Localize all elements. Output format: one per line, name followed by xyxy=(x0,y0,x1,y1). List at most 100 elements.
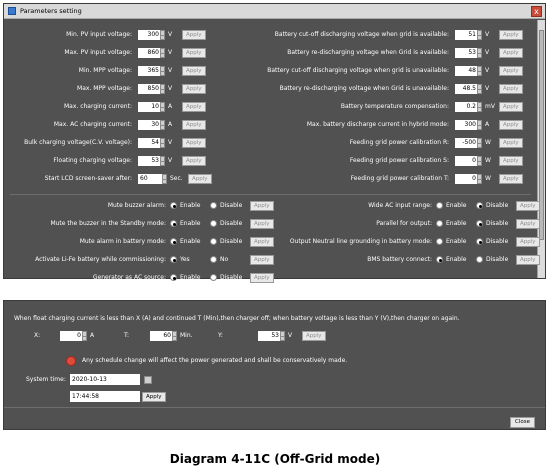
radio-option-2[interactable] xyxy=(210,256,217,263)
param-input[interactable]: 10 xyxy=(138,101,160,112)
spinner-icon[interactable] xyxy=(477,119,482,130)
spinner-icon[interactable] xyxy=(160,47,165,58)
apply-button[interactable]: Apply xyxy=(182,83,206,94)
spinner-icon[interactable] xyxy=(477,83,482,94)
apply-button[interactable]: Apply xyxy=(182,137,206,148)
apply-button[interactable]: Apply xyxy=(499,83,523,94)
param-input[interactable]: 300 xyxy=(455,119,477,130)
param-unit: V xyxy=(168,31,173,38)
radio-option-2[interactable] xyxy=(210,202,217,209)
param-input[interactable]: 54 xyxy=(138,137,160,148)
apply-button[interactable]: Apply xyxy=(182,155,206,166)
apply-button[interactable]: Apply xyxy=(250,254,274,265)
apply-button[interactable]: Apply xyxy=(250,272,274,283)
param-input[interactable]: 365 xyxy=(138,65,160,76)
radio-option-1[interactable] xyxy=(170,220,177,227)
apply-button[interactable]: Apply xyxy=(516,218,540,229)
param-input[interactable]: 53 xyxy=(455,47,477,58)
param-input[interactable]: 0 xyxy=(455,155,477,166)
param-row: Max. MPP voltage: 850 V Apply xyxy=(10,82,206,95)
apply-button[interactable]: Apply xyxy=(182,47,206,58)
spinner-icon[interactable] xyxy=(477,65,482,76)
apply-button[interactable]: Apply xyxy=(250,218,274,229)
radio-option-1[interactable] xyxy=(170,256,177,263)
spinner-icon[interactable] xyxy=(280,330,285,341)
apply-button[interactable]: Apply xyxy=(499,29,523,40)
apply-button[interactable]: Apply xyxy=(250,200,274,211)
param-input[interactable]: 51 xyxy=(455,29,477,40)
apply-button[interactable]: Apply xyxy=(499,47,523,58)
apply-button[interactable]: Apply xyxy=(302,330,326,341)
spinner-icon[interactable] xyxy=(477,173,482,184)
spinner-icon[interactable] xyxy=(160,65,165,76)
radio-option-2[interactable] xyxy=(210,220,217,227)
apply-button[interactable]: Apply xyxy=(499,137,523,148)
apply-button[interactable]: Apply xyxy=(182,119,206,130)
apply-button[interactable]: Apply xyxy=(250,236,274,247)
apply-button[interactable]: Apply xyxy=(182,65,206,76)
y-input[interactable]: 53 xyxy=(258,330,280,341)
spinner-icon[interactable] xyxy=(82,330,87,341)
param-input[interactable]: 48 xyxy=(455,65,477,76)
radio-option-2[interactable] xyxy=(476,202,483,209)
apply-button[interactable]: Apply xyxy=(499,65,523,76)
param-input[interactable]: -500 xyxy=(455,137,477,148)
radio-option-1[interactable] xyxy=(170,238,177,245)
radio-option-1[interactable] xyxy=(436,256,443,263)
spinner-icon[interactable] xyxy=(172,330,177,341)
param-input[interactable]: 30 xyxy=(138,119,160,130)
radio-option-1[interactable] xyxy=(436,202,443,209)
close-icon[interactable]: x xyxy=(531,6,542,17)
spinner-icon[interactable] xyxy=(477,29,482,40)
apply-button[interactable]: Apply xyxy=(499,119,523,130)
calendar-icon[interactable] xyxy=(144,375,152,384)
spinner-icon[interactable] xyxy=(477,101,482,112)
apply-button[interactable]: Apply xyxy=(188,173,212,184)
time-apply-button[interactable]: Apply xyxy=(142,391,166,402)
x-input[interactable]: 0 xyxy=(60,330,82,341)
apply-button[interactable]: Apply xyxy=(182,29,206,40)
param-input[interactable]: 53 xyxy=(138,155,160,166)
toggle-row: Wide AC input range: Enable Disable Apply xyxy=(274,199,540,212)
spinner-icon[interactable] xyxy=(160,101,165,112)
spinner-icon[interactable] xyxy=(160,155,165,166)
apply-button[interactable]: Apply xyxy=(182,101,206,112)
radio-option-2[interactable] xyxy=(476,256,483,263)
date-field[interactable]: 2020-10-13 xyxy=(70,374,140,385)
radio-option-1[interactable] xyxy=(170,202,177,209)
param-row: Bulk charging voltage(C.V. voltage): 54 V A… xyxy=(10,136,206,149)
radio-option-2[interactable] xyxy=(476,238,483,245)
apply-button[interactable]: Apply xyxy=(516,200,540,211)
param-input[interactable]: 0.2 xyxy=(455,101,477,112)
spinner-icon[interactable] xyxy=(477,155,482,166)
time-field[interactable]: 17:44:58 xyxy=(70,391,140,402)
apply-button[interactable]: Apply xyxy=(499,155,523,166)
spinner-icon[interactable] xyxy=(160,137,165,148)
apply-button[interactable]: Apply xyxy=(499,101,523,112)
param-input[interactable]: 300 xyxy=(138,29,160,40)
param-input[interactable]: 48.5 xyxy=(455,83,477,94)
radio-option-2[interactable] xyxy=(210,274,217,281)
radio-option-1[interactable] xyxy=(436,220,443,227)
apply-button[interactable]: Apply xyxy=(516,236,540,247)
radio-option-1[interactable] xyxy=(170,274,177,281)
radio-option-1[interactable] xyxy=(436,238,443,245)
t-input[interactable]: 60 xyxy=(150,330,172,341)
param-input[interactable]: 0 xyxy=(455,173,477,184)
spinner-icon[interactable] xyxy=(477,137,482,148)
lcd-select[interactable]: 60 xyxy=(138,173,162,184)
chevron-down-icon[interactable] xyxy=(162,173,167,184)
radio-option-2[interactable] xyxy=(210,238,217,245)
apply-button[interactable]: Apply xyxy=(499,173,523,184)
close-button[interactable]: Close xyxy=(510,417,535,428)
param-input[interactable]: 860 xyxy=(138,47,160,58)
radio-option-2[interactable] xyxy=(476,220,483,227)
spinner-icon[interactable] xyxy=(160,83,165,94)
option-2-label: Disable xyxy=(220,202,243,209)
spinner-icon[interactable] xyxy=(160,119,165,130)
scrollbar-thumb[interactable] xyxy=(539,30,544,240)
spinner-icon[interactable] xyxy=(160,29,165,40)
param-input[interactable]: 850 xyxy=(138,83,160,94)
spinner-icon[interactable] xyxy=(477,47,482,58)
apply-button[interactable]: Apply xyxy=(516,254,540,265)
